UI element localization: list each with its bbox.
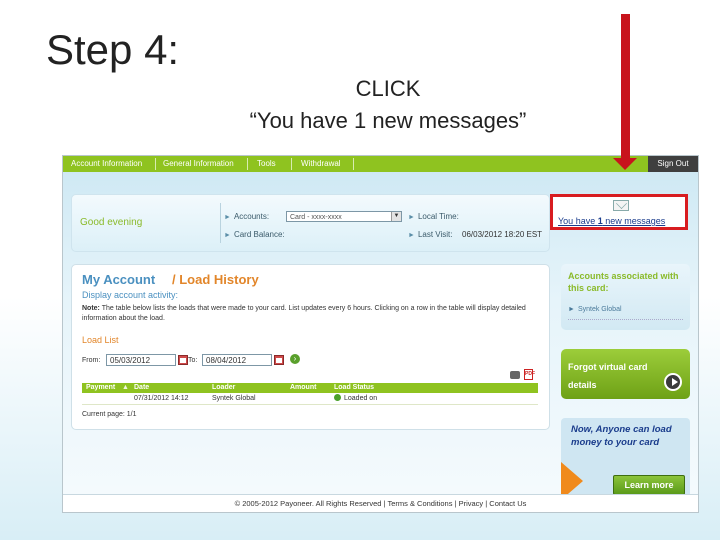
row-loader: Syntek Global xyxy=(212,395,256,402)
col-loader[interactable]: Loader xyxy=(212,383,235,393)
local-time-label: ► Local Time: xyxy=(408,212,459,221)
nav-withdrawal[interactable]: Withdrawal xyxy=(301,156,341,172)
bullet-icon: ► xyxy=(224,214,231,221)
note-body: The table below lists the loads that wer… xyxy=(82,305,526,322)
check-icon xyxy=(334,394,341,401)
divider xyxy=(220,203,221,243)
pdf-icon[interactable]: PDF xyxy=(524,369,535,380)
load-money-promo: Now, Anyone can load money to your card … xyxy=(561,418,690,500)
bullet-icon: ► xyxy=(408,232,415,239)
card-balance-label: ► Card Balance: xyxy=(224,230,285,239)
nav-tools[interactable]: Tools xyxy=(257,156,276,172)
associated-account-link[interactable]: ► Syntek Global xyxy=(568,303,625,313)
messages-prefix: You have xyxy=(558,216,598,226)
greeting-text: Good evening xyxy=(80,217,143,228)
instruction-click: CLICK xyxy=(355,76,421,101)
messages-suffix: new messages xyxy=(602,216,666,226)
associated-accounts-title: Accounts associated with this card: xyxy=(568,271,679,293)
red-arrow-head-icon xyxy=(613,158,637,170)
load-history-panel: My Account / Load History Display accoun… xyxy=(71,264,550,430)
page-background: Good evening ► Accounts: Card - xxxx-xxxx… xyxy=(63,172,698,500)
nav-separator xyxy=(247,158,248,170)
instruction-target: “You have 1 new messages” xyxy=(249,108,527,133)
to-date-input[interactable]: 08/04/2012 xyxy=(202,354,272,366)
from-label: From: xyxy=(82,357,101,364)
last-visit-value: 06/03/2012 18:20 EST xyxy=(462,230,543,239)
play-arrow-icon[interactable] xyxy=(664,373,682,391)
forgot-virtual-card-button[interactable]: Forgot virtual card details xyxy=(561,349,690,399)
go-button[interactable]: › xyxy=(290,354,300,364)
load-history-title: / Load History xyxy=(172,272,259,287)
top-nav: Account Information General Information … xyxy=(63,156,698,172)
slide-title: Step 4: xyxy=(46,26,180,73)
accounts-label-text: Accounts: xyxy=(233,212,270,221)
to-label: To: xyxy=(188,357,198,364)
accounts-label: ► Accounts: xyxy=(224,212,269,221)
accounts-select[interactable]: Card - xxxx-xxxx ▼ xyxy=(286,211,402,222)
col-amount[interactable]: Amount xyxy=(290,383,316,393)
red-arrow-shaft xyxy=(621,14,630,160)
forgot-virtual-card-text: Forgot virtual card details xyxy=(568,362,648,390)
print-icon[interactable] xyxy=(510,371,520,379)
table-row[interactable]: 07/31/2012 14:12 Syntek Global Loaded on xyxy=(82,393,538,405)
calendar-icon[interactable] xyxy=(274,355,284,365)
associated-account-name: Syntek Global xyxy=(577,306,622,313)
bullet-icon: ► xyxy=(568,306,575,313)
nav-separator xyxy=(155,158,156,170)
last-visit-label-text: Last Visit: xyxy=(417,230,453,239)
envelope-icon xyxy=(613,200,629,211)
col-payment[interactable]: Payment xyxy=(86,383,115,393)
from-date-input[interactable]: 05/03/2012 xyxy=(106,354,176,366)
row-status-text: Loaded on xyxy=(344,395,378,402)
new-messages-link[interactable]: You have 1 new messages xyxy=(558,216,665,226)
my-account-title[interactable]: My Account xyxy=(82,272,155,287)
row-date: 07/31/2012 14:12 xyxy=(134,395,189,402)
nav-general-information[interactable]: General Information xyxy=(163,156,234,172)
footer-text: © 2005-2012 Payoneer. All Rights Reserve… xyxy=(234,499,527,508)
learn-more-button[interactable]: Learn more xyxy=(613,475,685,495)
display-activity-subtitle: Display account activity: xyxy=(82,290,179,300)
load-list-table: Payment ▲ Date Loader Amount Load Status… xyxy=(82,383,538,405)
last-visit-label: ► Last Visit: xyxy=(408,230,452,239)
associated-accounts-panel: Accounts associated with this card: ► Syn… xyxy=(561,264,690,330)
payoneer-screenshot: Account Information General Information … xyxy=(62,155,699,513)
load-history-title-text: Load History xyxy=(179,272,259,287)
current-page: Current page: 1/1 xyxy=(82,411,137,418)
accounts-select-value: Card - xxxx-xxxx xyxy=(290,214,342,221)
page-footer: © 2005-2012 Payoneer. All Rights Reserve… xyxy=(63,494,698,512)
bullet-icon: ► xyxy=(408,214,415,221)
sort-arrow-icon[interactable]: ▲ xyxy=(122,383,129,393)
local-time-label-text: Local Time: xyxy=(417,212,459,221)
divider xyxy=(568,319,683,320)
note-label: Note: xyxy=(82,305,100,312)
nav-account-information[interactable]: Account Information xyxy=(71,156,142,172)
nav-separator xyxy=(353,158,354,170)
nav-separator xyxy=(291,158,292,170)
load-list-heading: Load List xyxy=(82,335,119,345)
new-messages-highlight[interactable]: You have 1 new messages xyxy=(550,194,688,230)
table-header: Payment ▲ Date Loader Amount Load Status xyxy=(82,383,538,393)
note-text: Note: The table below lists the loads th… xyxy=(82,304,542,324)
col-date[interactable]: Date xyxy=(134,383,149,393)
account-header: Good evening ► Accounts: Card - xxxx-xxxx… xyxy=(71,194,550,252)
row-status: Loaded on xyxy=(334,393,377,404)
col-load-status[interactable]: Load Status xyxy=(334,383,374,393)
card-balance-label-text: Card Balance: xyxy=(233,230,285,239)
promo-text: Now, Anyone can load money to your card xyxy=(571,424,672,448)
chevron-down-icon[interactable]: ▼ xyxy=(391,212,401,221)
sign-out-button[interactable]: Sign Out xyxy=(648,156,698,172)
calendar-icon[interactable] xyxy=(178,355,188,365)
bullet-icon: ► xyxy=(224,232,231,239)
